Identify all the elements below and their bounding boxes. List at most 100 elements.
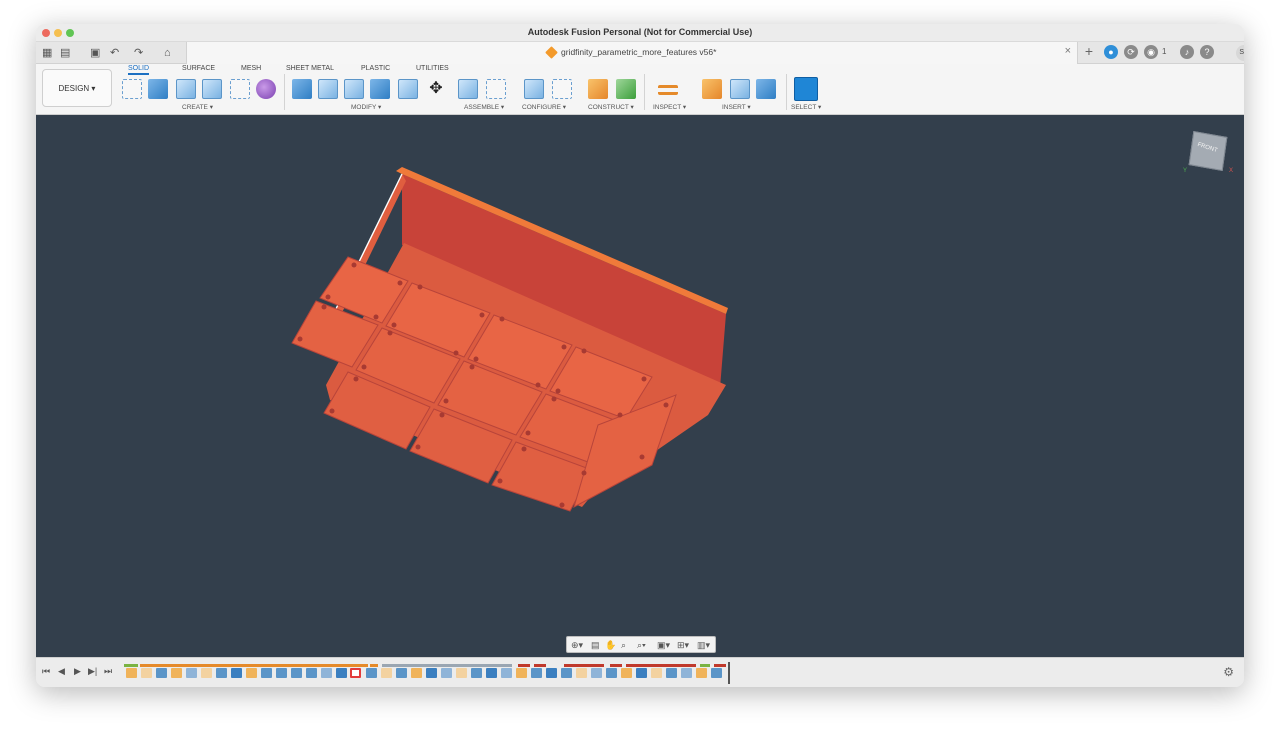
undo-icon[interactable]: ↶	[110, 46, 119, 60]
timeline-feature-fillet[interactable]	[501, 668, 512, 678]
hole-icon[interactable]	[202, 79, 222, 99]
measure-icon[interactable]	[658, 85, 678, 95]
press-pull-icon[interactable]	[292, 79, 312, 99]
group-configure[interactable]: CONFIGURE ▾	[522, 103, 566, 111]
tab-plastic[interactable]: PLASTIC	[361, 65, 390, 72]
timeline-feature-extrude[interactable]	[276, 668, 287, 678]
joint-icon[interactable]	[486, 79, 506, 99]
close-tab-icon[interactable]: ×	[1065, 45, 1071, 57]
timeline-feature-revolve[interactable]	[426, 668, 437, 678]
tab-surface[interactable]: SURFACE	[182, 65, 215, 72]
data-panel-icon[interactable]: ▦	[42, 46, 52, 60]
form-icon[interactable]	[256, 79, 276, 99]
timeline-feature-revolve[interactable]	[231, 668, 242, 678]
timeline-feature-combine[interactable]	[636, 668, 647, 678]
group-create[interactable]: CREATE ▾	[182, 103, 213, 111]
timeline-feature-selected[interactable]	[350, 668, 361, 678]
timeline-feature-extrude[interactable]	[606, 668, 617, 678]
timeline-feature-sketch[interactable]	[576, 668, 587, 678]
pan-icon[interactable]: ✋	[605, 639, 616, 651]
timeline-feature-sketch[interactable]	[456, 668, 467, 678]
timeline-feature-sketch[interactable]	[516, 668, 527, 678]
first-icon[interactable]: ⏮	[42, 666, 50, 677]
timeline-feature-sketch[interactable]	[381, 668, 392, 678]
timeline-feature-sketch[interactable]	[696, 668, 707, 678]
midplane-icon[interactable]	[616, 79, 636, 99]
display-settings-icon[interactable]: ▣▾	[657, 639, 670, 651]
timeline-settings-icon[interactable]: ⚙	[1223, 665, 1234, 679]
tab-mesh[interactable]: MESH	[241, 65, 261, 72]
extensions-icon[interactable]: ●	[1104, 45, 1118, 59]
group-insert[interactable]: INSERT ▾	[722, 103, 751, 111]
last-icon[interactable]: ⏭	[104, 666, 112, 677]
user-avatar[interactable]: SS	[1236, 45, 1244, 61]
timeline-feature-extrude[interactable]	[711, 668, 722, 678]
new-tab-icon[interactable]: +	[1082, 44, 1096, 59]
timeline-feature-extrude[interactable]	[156, 668, 167, 678]
fillet-icon[interactable]	[318, 79, 338, 99]
select-icon[interactable]	[794, 77, 818, 101]
zoom-window-icon[interactable]: ⌕▾	[637, 639, 646, 651]
save-icon[interactable]: ▣	[90, 46, 100, 60]
tab-utilities[interactable]: UTILITIES	[416, 65, 449, 72]
timeline-feature-revolve[interactable]	[546, 668, 557, 678]
timeline-feature-extrude[interactable]	[306, 668, 317, 678]
document-tab[interactable]: gridfinity_parametric_more_features v56*…	[186, 42, 1078, 64]
configure-table-icon[interactable]	[552, 79, 572, 99]
timeline-feature-sketch[interactable]	[171, 668, 182, 678]
play-icon[interactable]: ▶	[74, 666, 81, 677]
file-icon[interactable]: ▤	[60, 46, 70, 60]
new-component-icon[interactable]	[458, 79, 478, 99]
timeline-feature-sketch[interactable]	[411, 668, 422, 678]
notifications-icon[interactable]: ♪	[1180, 45, 1194, 59]
create-sketch-icon[interactable]	[122, 79, 142, 99]
timeline-track[interactable]	[124, 662, 736, 684]
redo-icon[interactable]: ↷	[134, 46, 143, 60]
orbit-icon[interactable]: ⊕▾	[571, 639, 583, 651]
timeline-feature-sketch[interactable]	[201, 668, 212, 678]
zoom-icon[interactable]: ⌕	[621, 639, 626, 651]
3d-viewport[interactable]: FRONT X Y ⊕▾ ▤ ✋ ⌕ ⌕▾ ▣▾ ⊞▾ ▥▾	[36, 115, 1244, 657]
timeline-feature-sketch[interactable]	[651, 668, 662, 678]
group-select[interactable]: SELECT ▾	[791, 103, 821, 111]
revolve-icon[interactable]	[176, 79, 196, 99]
prev-icon[interactable]: ◀	[58, 666, 65, 677]
workspace-switcher[interactable]: DESIGN ▾	[42, 69, 112, 107]
insert-mcmaster-icon[interactable]	[730, 79, 750, 99]
timeline-feature-fillet[interactable]	[186, 668, 197, 678]
timeline-feature-extrude[interactable]	[666, 668, 677, 678]
model-canvas[interactable]	[36, 115, 1244, 657]
home-icon[interactable]: ⌂	[164, 46, 171, 60]
canvas-icon[interactable]	[756, 79, 776, 99]
look-at-icon[interactable]: ▤	[591, 639, 600, 651]
timeline-feature-combine[interactable]	[486, 668, 497, 678]
move-icon[interactable]: ✥	[426, 79, 446, 99]
job-status-icon[interactable]: ◉	[1144, 45, 1158, 59]
tab-solid[interactable]: SOLID	[128, 65, 150, 75]
timeline-feature-fillet[interactable]	[681, 668, 692, 678]
split-face-icon[interactable]	[398, 79, 418, 99]
group-assemble[interactable]: ASSEMBLE ▾	[464, 103, 504, 111]
group-inspect[interactable]: INSPECT ▾	[653, 103, 686, 111]
group-construct[interactable]: CONSTRUCT ▾	[588, 103, 634, 111]
insert-svg-icon[interactable]	[702, 79, 722, 99]
timeline-feature-extrude[interactable]	[216, 668, 227, 678]
pattern-icon[interactable]	[230, 79, 250, 99]
sync-icon[interactable]: ⟳	[1124, 45, 1138, 59]
timeline-feature-extrude[interactable]	[291, 668, 302, 678]
timeline-feature-extrude[interactable]	[561, 668, 572, 678]
shell-icon[interactable]	[344, 79, 364, 99]
timeline-feature-fillet[interactable]	[591, 668, 602, 678]
grid-settings-icon[interactable]: ⊞▾	[677, 639, 689, 651]
viewports-icon[interactable]: ▥▾	[697, 639, 710, 651]
timeline-feature-pattern[interactable]	[336, 668, 347, 678]
timeline-feature-extrude[interactable]	[471, 668, 482, 678]
timeline-feature-fillet[interactable]	[441, 668, 452, 678]
extrude-icon[interactable]	[148, 79, 168, 99]
group-modify[interactable]: MODIFY ▾	[351, 103, 381, 111]
timeline-feature-sketch[interactable]	[621, 668, 632, 678]
timeline-feature-sketch[interactable]	[246, 668, 257, 678]
viewcube[interactable]: FRONT X Y	[1181, 128, 1237, 180]
timeline-feature-fillet[interactable]	[321, 668, 332, 678]
next-icon[interactable]: ▶|	[88, 666, 97, 677]
